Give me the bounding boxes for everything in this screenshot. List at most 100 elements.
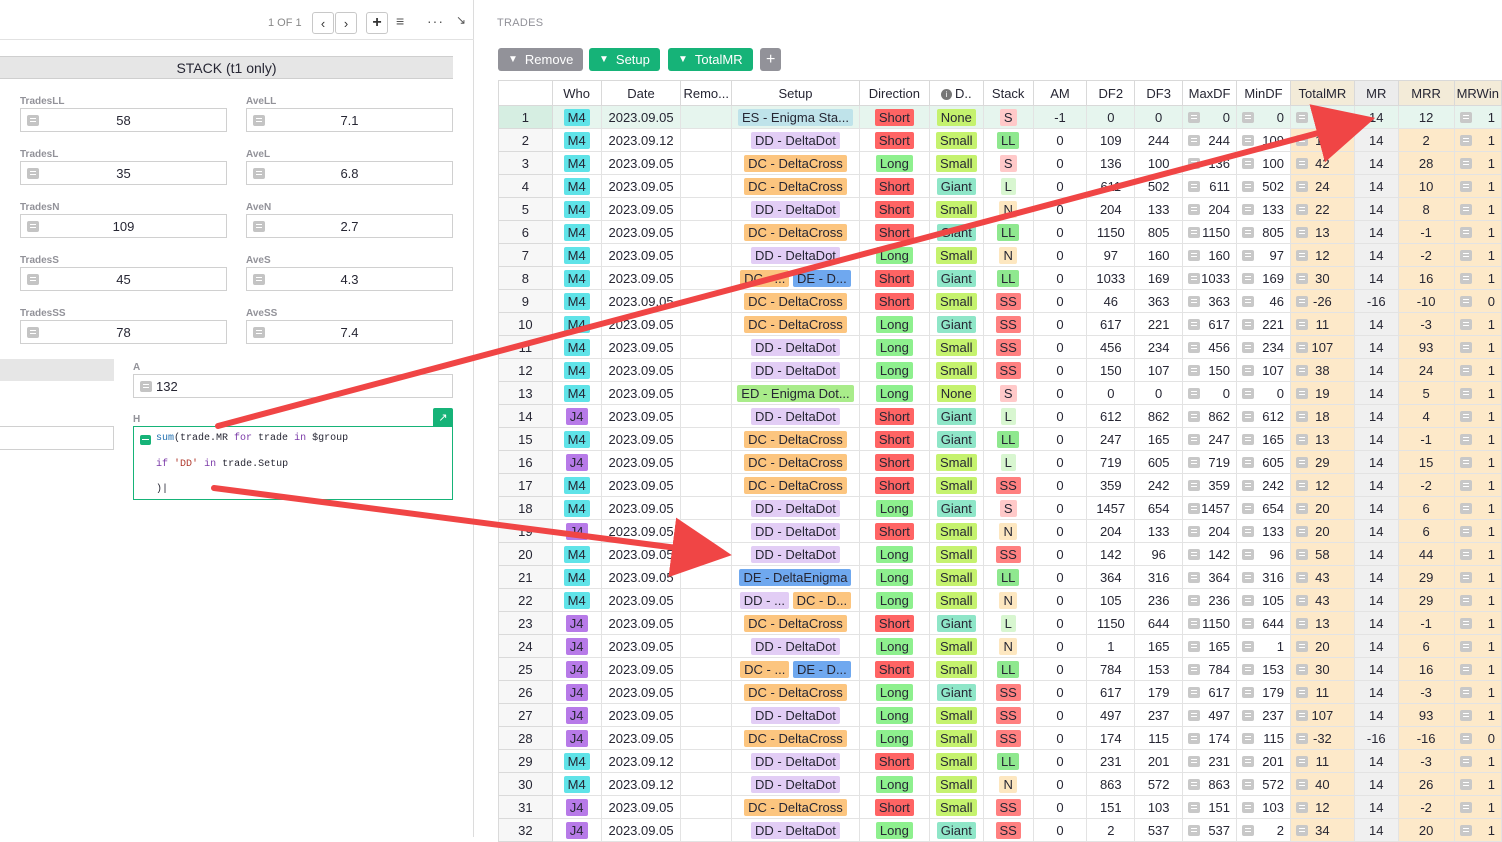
maxdf-cell[interactable]: 359 [1182,473,1238,497]
mindf-cell[interactable]: 103 [1236,795,1291,819]
mrwin-cell[interactable]: 0 [1453,289,1502,313]
totalmr-cell[interactable]: 13 [1289,611,1355,635]
df3-cell[interactable]: 234 [1134,335,1184,359]
df3-cell[interactable]: 115 [1134,726,1184,750]
mindf-cell[interactable]: 221 [1236,312,1291,336]
row-number[interactable]: 1 [498,105,553,129]
df3-cell[interactable]: 169 [1134,266,1184,290]
field-input[interactable]: 109 [20,214,227,238]
mr-cell[interactable]: 14 [1353,174,1399,198]
maxdf-cell[interactable]: 204 [1182,197,1238,221]
df3-cell[interactable]: 153 [1134,657,1184,681]
stack-cell[interactable]: S [982,496,1034,520]
remove-cell[interactable] [680,404,732,428]
row-number[interactable]: 21 [498,565,553,589]
df2-cell[interactable]: 364 [1086,565,1136,589]
size-cell[interactable]: Small [928,473,984,497]
totalmr-cell[interactable]: 20 [1289,634,1355,658]
table-row[interactable]: 26 J4 2023.09.05 DC - DeltaCross Long Giant SS… [498,680,1502,704]
date-cell[interactable]: 2023.09.05 [600,588,682,612]
df3-cell[interactable]: 179 [1134,680,1184,704]
column-header[interactable]: Who [551,80,602,106]
mr-cell[interactable]: 14 [1353,335,1399,359]
direction-cell[interactable]: Short [858,450,930,474]
field-input[interactable]: 7.1 [246,108,453,132]
am-cell[interactable]: 0 [1032,404,1088,428]
size-cell[interactable]: Giant [928,611,984,635]
am-cell[interactable]: 0 [1032,151,1088,175]
mindf-cell[interactable]: 316 [1236,565,1291,589]
date-cell[interactable]: 2023.09.12 [600,128,682,152]
table-row[interactable]: 1 M4 2023.09.05 ES - Enigma Sta... Short None… [498,105,1502,129]
size-cell[interactable]: Giant [928,174,984,198]
size-cell[interactable]: Giant [928,496,984,520]
mindf-cell[interactable]: 96 [1236,542,1291,566]
formula-editor[interactable]: sum(trade.MR for trade in $group if 'DD'… [133,426,453,500]
setup-cell[interactable]: DD - DeltaDot [731,496,860,520]
maxdf-cell[interactable]: 364 [1182,565,1238,589]
table-row[interactable]: 15 M4 2023.09.05 DC - DeltaCross Short Giant L… [498,427,1502,451]
size-cell[interactable]: Small [928,542,984,566]
date-cell[interactable]: 2023.09.05 [600,657,682,681]
mrr-cell[interactable]: 2 [1397,128,1455,152]
who-cell[interactable]: J4 [551,818,602,842]
who-cell[interactable]: M4 [551,312,602,336]
column-header[interactable]: i D.. [928,80,984,106]
setup-cell[interactable]: DC - DeltaCross [731,726,860,750]
table-row[interactable]: 9 M4 2023.09.05 DC - DeltaCross Short Small SS… [498,289,1502,313]
am-cell[interactable]: 0 [1032,772,1088,796]
row-number[interactable]: 10 [498,312,553,336]
table-row[interactable]: 11 M4 2023.09.05 DD - DeltaDot Long Small SS 0 4… [498,335,1502,359]
totalmr-cell[interactable]: 26 [1289,105,1355,129]
remove-cell[interactable] [680,197,732,221]
table-row[interactable]: 14 J4 2023.09.05 DD - DeltaDot Short Giant L 0 6… [498,404,1502,428]
df2-cell[interactable]: 719 [1086,450,1136,474]
row-number[interactable]: 11 [498,335,553,359]
date-cell[interactable]: 2023.09.05 [600,197,682,221]
direction-cell[interactable]: Short [858,174,930,198]
stack-cell[interactable]: N [982,634,1034,658]
size-cell[interactable]: Small [928,197,984,221]
am-cell[interactable]: 0 [1032,726,1088,750]
row-number[interactable]: 28 [498,726,553,750]
size-cell[interactable]: Small [928,749,984,773]
date-cell[interactable]: 2023.09.05 [600,289,682,313]
stack-cell[interactable]: N [982,243,1034,267]
mrr-cell[interactable]: 26 [1397,772,1455,796]
totalmr-cell[interactable]: 40 [1289,772,1355,796]
table-row[interactable]: 28 J4 2023.09.05 DC - DeltaCross Long Small SS… [498,726,1502,750]
df3-cell[interactable]: 96 [1134,542,1184,566]
add-filter-button[interactable]: + [760,48,782,71]
mrwin-cell[interactable]: 1 [1453,634,1502,658]
remove-cell[interactable] [680,105,732,129]
df2-cell[interactable]: 204 [1086,197,1136,221]
date-cell[interactable]: 2023.09.05 [600,427,682,451]
more-options-icon[interactable]: ··· [427,13,444,29]
remove-cell[interactable] [680,680,732,704]
setup-cell[interactable]: DC - DeltaCross [731,450,860,474]
column-header[interactable]: Remo... [680,80,732,106]
table-row[interactable]: 21 M4 2023.09.05 DE - DeltaEnigma Long Small L… [498,565,1502,589]
df2-cell[interactable]: 612 [1086,404,1136,428]
mr-cell[interactable]: 14 [1353,151,1399,175]
remove-cell[interactable] [680,519,732,543]
who-cell[interactable]: M4 [551,105,602,129]
totalmr-cell[interactable]: 38 [1289,358,1355,382]
mindf-cell[interactable]: 109 [1236,128,1291,152]
mrwin-cell[interactable]: 1 [1453,174,1502,198]
maxdf-cell[interactable]: 174 [1182,726,1238,750]
am-cell[interactable]: 0 [1032,703,1088,727]
mrwin-cell[interactable]: 1 [1453,795,1502,819]
size-cell[interactable]: Small [928,565,984,589]
remove-cell[interactable] [680,473,732,497]
am-cell[interactable]: 0 [1032,680,1088,704]
direction-cell[interactable]: Short [858,611,930,635]
df2-cell[interactable]: 136 [1086,151,1136,175]
direction-cell[interactable]: Long [858,243,930,267]
stack-cell[interactable]: SS [982,335,1034,359]
maxdf-cell[interactable]: 497 [1182,703,1238,727]
setup-cell[interactable]: DC - DeltaCross [731,289,860,313]
am-cell[interactable]: 0 [1032,657,1088,681]
who-cell[interactable]: J4 [551,611,602,635]
field-partial-left[interactable] [0,426,114,450]
